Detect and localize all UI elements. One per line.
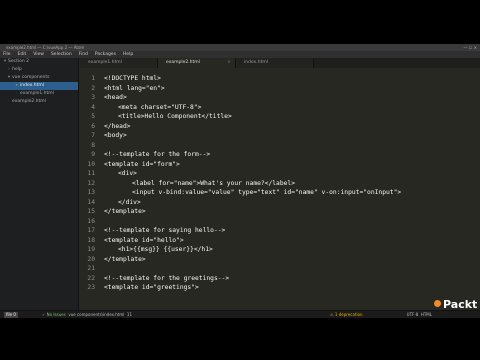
line-number: 6 [91,122,95,130]
window-title: example2.html — C:\vueApp 2 — Atom [6,45,85,50]
line-number: 11 [87,170,95,177]
status-grammar[interactable]: HTML [421,312,432,317]
code-line: <h1>{{msg}} {{user}}</h1> [118,246,213,253]
line-number: 10 [87,160,95,168]
status-no-issues[interactable]: No Issues [47,312,66,317]
tab-bar: example1.html example2.html × index.html [80,58,480,68]
line-number: 21 [87,265,95,272]
code-line: <template id="form"> [104,160,180,168]
line-number: 8 [91,141,95,149]
title-bar: example2.html — C:\vueApp 2 — Atom — ☐ ✕ [0,44,480,51]
tab-label: index.html [244,60,268,65]
tab-example1[interactable]: example1.html [80,58,158,68]
line-number: 17 [87,227,95,234]
code-lines: <!DOCTYPE html> <html lang="en"> <head> … [104,74,401,293]
code-line: <html lang="en"> [104,84,165,92]
logo-dot-icon [434,300,441,307]
status-info: ✓ No Issues vue components\index.html 11 [42,311,132,318]
code-line: <title>Hello Component</title> [118,113,232,120]
tree-item-label: vue components [12,75,50,80]
close-icon[interactable]: × [227,58,231,68]
code-line: <!--template for the form--> [104,151,211,158]
line-number: 3 [91,94,95,101]
line-number: 2 [91,84,95,92]
logo-text: Packt [443,298,478,311]
warning-icon: ⚠ [330,312,334,317]
tree-item-example1[interactable]: example1.html [0,90,78,98]
code-line: <!DOCTYPE html> [104,75,161,82]
line-number: 20 [87,255,95,263]
tree-item-vue-components[interactable]: ▾ vue components [0,74,78,82]
tree-item-index-html[interactable]: ▸ index.html [0,82,78,90]
line-number: 4 [91,103,95,111]
status-line[interactable]: 11 [127,312,132,317]
tab-label: example1.html [88,60,122,65]
code-line: <!--template for the greetings--> [104,274,230,282]
code-line: <div> [118,170,137,177]
line-number: 9 [91,151,95,158]
tree-item-help[interactable]: › help [0,66,78,74]
line-number: 14 [87,198,95,206]
code-line: </template> [104,255,146,263]
tree-item-label: help [12,67,22,72]
line-number: 23 [87,284,95,291]
line-number: 12 [87,179,95,187]
code-line: <head> [104,94,127,101]
packt-logo: Packt [434,298,478,312]
code-line: </head> [104,122,131,130]
code-line: <template id="hello"> [104,236,184,244]
code-line: <meta charset="UTF-8"> [118,103,202,111]
line-number: 22 [87,274,95,282]
code-line: <body> [104,132,127,139]
code-line: <input v-bind:value="value" type="text" … [132,189,402,196]
line-number: 1 [91,75,95,82]
code-line: <!--template for saying hello--> [104,227,226,234]
tree-item-label: example2.html [12,99,46,104]
code-line: </div> [118,198,141,206]
check-icon: ✓ [42,312,46,317]
tab-example2[interactable]: example2.html × [158,58,236,68]
status-encoding[interactable]: UTF-8 [407,312,419,317]
code-line: </template> [104,208,146,215]
line-number: 16 [87,217,95,225]
tree-item-label: index.html [20,83,44,88]
line-number: 19 [87,246,95,253]
menu-packages[interactable]: Packages [95,51,116,58]
letterbox-bottom [0,318,480,360]
status-deprecations[interactable]: ⚠ 1 deprecation [330,311,363,318]
line-number-gutter: 1 2 3 4 5 6 7 8 9 10 11 12 13 14 15 16 1… [80,74,95,293]
status-path[interactable]: vue components\index.html [68,312,124,317]
menu-edit[interactable]: Edit [18,51,27,58]
tree-item-label: example1.html [20,91,54,96]
code-editor[interactable]: 1 2 3 4 5 6 7 8 9 10 11 12 13 14 15 16 1… [80,68,480,310]
tree-item-label: Section 2 [8,59,30,64]
file-tree: ▾ Section 2 › help ▾ vue components ▸ index.… [0,58,79,310]
menu-find[interactable]: Find [79,51,88,58]
atom-window: example2.html — C:\vueApp 2 — Atom — ☐ ✕… [0,44,480,318]
line-number: 15 [87,208,95,215]
window-controls[interactable]: — ☐ ✕ [464,44,477,51]
menu-bar: File Edit View Selection Find Packages H… [0,51,480,58]
tab-label: example2.html [166,60,200,65]
menu-help[interactable]: Help [123,51,133,58]
letterbox-top [0,0,480,44]
tree-item-project[interactable]: ▾ Section 2 [0,58,78,66]
code-line: <template id="greetings"> [104,284,199,291]
line-number: 5 [91,113,95,120]
menu-selection[interactable]: Selection [51,51,72,58]
tree-item-example2[interactable]: example2.html [0,98,78,106]
tab-index[interactable]: index.html [236,58,314,68]
line-number: 18 [87,236,95,244]
status-right: UTF-8 HTML [407,311,432,318]
status-bar: file 0 ✓ No Issues vue components\index.… [0,310,480,318]
menu-file[interactable]: File [3,51,11,58]
code-line: <label for="name">What's your name?</lab… [132,179,296,187]
line-number: 13 [87,189,95,196]
menu-view[interactable]: View [33,51,44,58]
line-number: 7 [91,132,95,139]
